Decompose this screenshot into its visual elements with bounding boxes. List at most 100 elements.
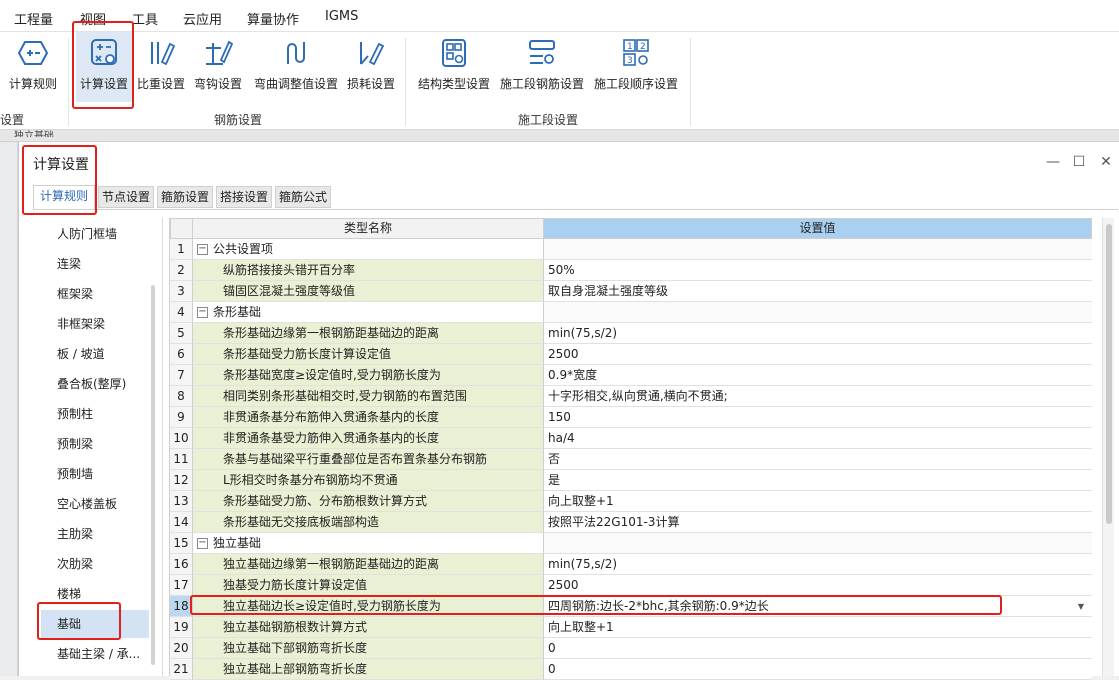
value-cell[interactable]: 取自身混凝土强度等级 xyxy=(544,281,1092,302)
list-scrollbar[interactable] xyxy=(151,285,155,665)
value-cell[interactable]: 0 xyxy=(544,659,1092,680)
tab-lap-settings[interactable]: 搭接设置 xyxy=(216,186,272,208)
tab-calc-rules[interactable]: 计算规则 xyxy=(33,185,95,210)
calc-rules-button[interactable]: 计算规则 xyxy=(4,32,62,102)
list-item[interactable]: 叠合板(整厚) xyxy=(41,370,149,398)
close-icon[interactable]: ✕ xyxy=(1098,154,1114,170)
value-cell[interactable]: 2500 xyxy=(544,344,1092,365)
table-row[interactable]: 14 条形基础无交接底板端部构造 按照平法22G101-3计算 xyxy=(170,512,1092,533)
hook-settings-button[interactable]: 弯钩设置 xyxy=(190,32,246,102)
tab-stirrup-formula[interactable]: 箍筋公式 xyxy=(275,186,331,208)
value-cell[interactable]: ha/4 xyxy=(544,428,1092,449)
structure-type-button[interactable]: 结构类型设置 xyxy=(414,32,494,102)
list-item[interactable]: 次肋梁 xyxy=(41,550,149,578)
tab-stirrup-settings[interactable]: 箍筋设置 xyxy=(157,186,213,208)
table-row-selected[interactable]: 18 独立基础边长≥设定值时,受力钢筋长度为 四周钢筋:边长-2*bhc,其余钢筋:… xyxy=(170,596,1092,617)
row-number: 3 xyxy=(170,281,193,302)
segment-order-button[interactable]: 1 2 3 施工段顺序设置 xyxy=(591,32,681,102)
list-item[interactable]: 非框架梁 xyxy=(41,310,149,338)
column-header-value[interactable]: 设置值 xyxy=(544,218,1092,239)
table-row[interactable]: 1− 公共设置项 xyxy=(170,239,1092,260)
table-row[interactable]: 13 条形基础受力筋、分布筋根数计算方式 向上取整+1 xyxy=(170,491,1092,512)
value-cell[interactable]: 是 xyxy=(544,470,1092,491)
table-row[interactable]: 3 锚固区混凝土强度等级值 取自身混凝土强度等级 xyxy=(170,281,1092,302)
table-row[interactable]: 20 独立基础下部钢筋弯折长度 0 xyxy=(170,638,1092,659)
value-cell[interactable]: 50% xyxy=(544,260,1092,281)
list-item-selected[interactable]: 基础 xyxy=(41,610,149,638)
svg-text:1: 1 xyxy=(627,42,633,52)
table-row[interactable]: 6 条形基础受力筋长度计算设定值 2500 xyxy=(170,344,1092,365)
table-row[interactable]: 21 独立基础上部钢筋弯折长度 0 xyxy=(170,659,1092,680)
component-list: 人防门框墙 连梁 框架梁 非框架梁 板 / 坡道 叠合板(整厚) 预制柱 预制梁… xyxy=(41,218,163,676)
row-number: 6 xyxy=(170,344,193,365)
table-row[interactable]: 4− 条形基础 xyxy=(170,302,1092,323)
row-number: 5 xyxy=(170,323,193,344)
table-row[interactable]: 7 条形基础宽度≥设定值时,受力钢筋长度为 0.9*宽度 xyxy=(170,365,1092,386)
loss-settings-button[interactable]: 损耗设置 xyxy=(344,32,398,102)
table-row[interactable]: 9 非贯通条基分布筋伸入贯通条基内的长度 150 xyxy=(170,407,1092,428)
value-cell[interactable]: 十字形相交,纵向贯通,横向不贯通; xyxy=(544,386,1092,407)
segment-rebar-button[interactable]: 施工段钢筋设置 xyxy=(497,32,587,102)
value-cell[interactable]: 0 xyxy=(544,638,1092,659)
list-item[interactable]: 板 / 坡道 xyxy=(41,340,149,368)
table-row[interactable]: 11 条基与基础梁平行重叠部位是否布置条基分布钢筋 否 xyxy=(170,449,1092,470)
calc-settings-button[interactable]: 计算设置 xyxy=(76,32,132,102)
collapse-toggle-icon[interactable]: − xyxy=(197,244,208,255)
scroll-thumb[interactable] xyxy=(1106,224,1112,524)
row-number: 20 xyxy=(170,638,193,659)
value-cell[interactable]: 150 xyxy=(544,407,1092,428)
minimize-icon[interactable]: — xyxy=(1045,154,1061,170)
list-item[interactable]: 基础主梁 / 承... xyxy=(41,640,149,668)
table-row[interactable]: 19 独立基础钢筋根数计算方式 向上取整+1 xyxy=(170,617,1092,638)
name-text: 条形基础受力筋长度计算设定值 xyxy=(223,347,392,361)
list-item[interactable]: 主肋梁 xyxy=(41,520,149,548)
chevron-down-icon[interactable]: ▼ xyxy=(1078,596,1084,616)
value-cell[interactable]: min(75,s/2) xyxy=(544,554,1092,575)
value-cell[interactable]: min(75,s/2) xyxy=(544,323,1092,344)
table-row[interactable]: 8 相同类别条形基础相交时,受力钢筋的布置范围 十字形相交,纵向贯通,横向不贯通; xyxy=(170,386,1092,407)
value-cell[interactable]: 2500 xyxy=(544,575,1092,596)
name-text: 非贯通条基受力筋伸入贯通条基内的长度 xyxy=(223,431,440,445)
name-cell: L形相交时条基分布钢筋均不贯通 xyxy=(193,470,544,491)
table-row[interactable]: 17 独基受力筋长度计算设定值 2500 xyxy=(170,575,1092,596)
collapse-toggle-icon[interactable]: − xyxy=(197,307,208,318)
calc-settings-label: 计算设置 xyxy=(79,77,128,91)
weight-settings-button[interactable]: 比重设置 xyxy=(134,32,188,102)
table-row[interactable]: 5 条形基础边缘第一根钢筋距基础边的距离 min(75,s/2) xyxy=(170,323,1092,344)
value-cell xyxy=(544,239,1092,260)
menu-tools[interactable]: 工具 xyxy=(132,9,158,28)
value-cell[interactable]: 向上取整+1 xyxy=(544,491,1092,512)
list-item[interactable]: 楼梯 xyxy=(41,580,149,608)
list-item[interactable]: 预制梁 xyxy=(41,430,149,458)
menu-cloud[interactable]: 云应用 xyxy=(183,9,222,28)
name-text: 独基受力筋长度计算设定值 xyxy=(223,578,368,592)
collapse-toggle-icon[interactable]: − xyxy=(197,538,208,549)
table-row[interactable]: 2 纵筋搭接接头错开百分率 50% xyxy=(170,260,1092,281)
menu-gongchengliang[interactable]: 工程量 xyxy=(14,9,53,28)
value-cell[interactable]: 向上取整+1 xyxy=(544,617,1092,638)
column-header-name[interactable]: 类型名称 xyxy=(193,218,544,239)
list-item[interactable]: 框架梁 xyxy=(41,280,149,308)
menu-igms[interactable]: IGMS xyxy=(325,9,358,24)
menu-view[interactable]: 视图 xyxy=(80,9,106,28)
list-item[interactable]: 空心楼盖板 xyxy=(41,490,149,518)
value-cell[interactable]: 按照平法22G101-3计算 xyxy=(544,512,1092,533)
value-cell[interactable]: 0.9*宽度 xyxy=(544,365,1092,386)
list-item[interactable]: 预制柱 xyxy=(41,400,149,428)
menu-collab[interactable]: 算量协作 xyxy=(247,9,299,28)
value-cell[interactable]: 否 xyxy=(544,449,1092,470)
list-item[interactable]: 预制墙 xyxy=(41,460,149,488)
list-item[interactable]: 人防门框墙 xyxy=(41,220,149,248)
value-dropdown[interactable]: 四周钢筋:边长-2*bhc,其余钢筋:0.9*边长 ▼ xyxy=(544,596,1092,617)
tab-node-settings[interactable]: 节点设置 xyxy=(98,186,154,208)
value-text: 是 xyxy=(548,473,561,487)
table-row[interactable]: 15− 独立基础 xyxy=(170,533,1092,554)
grid-scrollbar[interactable] xyxy=(1102,218,1114,676)
segment-order-icon: 1 2 3 xyxy=(623,39,649,66)
list-item[interactable]: 连梁 xyxy=(41,250,149,278)
bend-adjust-button[interactable]: 弯曲调整值设置 xyxy=(250,32,342,102)
maximize-icon[interactable]: ☐ xyxy=(1071,154,1087,170)
table-row[interactable]: 12 L形相交时条基分布钢筋均不贯通 是 xyxy=(170,470,1092,491)
table-row[interactable]: 10 非贯通条基受力筋伸入贯通条基内的长度 ha/4 xyxy=(170,428,1092,449)
table-row[interactable]: 16 独立基础边缘第一根钢筋距基础边的距离 min(75,s/2) xyxy=(170,554,1092,575)
